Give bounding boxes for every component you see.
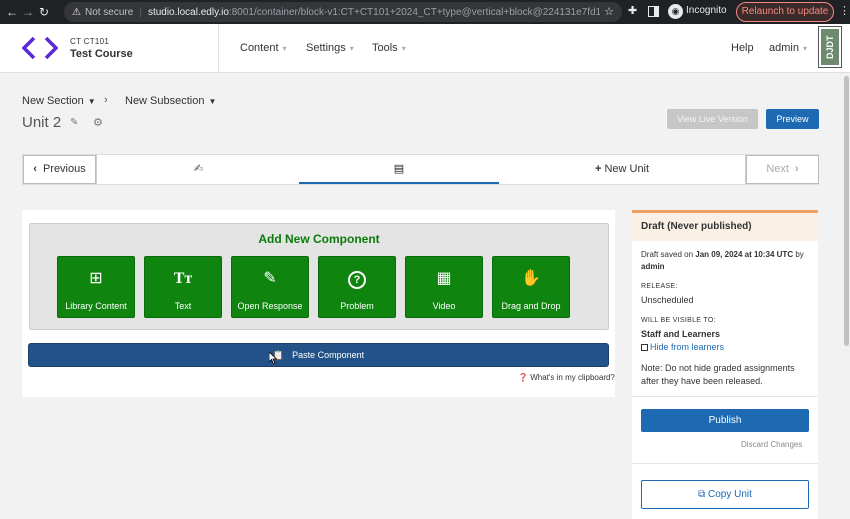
add-component-title: Add New Component (258, 232, 380, 246)
incognito-label: Incognito (686, 5, 727, 16)
unit-title: Unit 2 (22, 114, 62, 131)
text-format-icon: Tт (173, 270, 193, 287)
plus-icon: + (594, 163, 602, 175)
drag-and-drop-button[interactable]: ✋ Drag and Drop (492, 256, 570, 318)
unit-tab-2[interactable]: ▤ (299, 155, 499, 184)
side-panel-icon[interactable] (648, 6, 659, 17)
back-arrow-icon[interactable]: ← (4, 5, 20, 19)
help-link[interactable]: Help (731, 42, 754, 54)
user-menu[interactable]: admin ▾ (769, 42, 807, 54)
edly-logo-icon[interactable] (22, 36, 58, 60)
draft-saved-by: admin (641, 262, 665, 271)
new-unit-button[interactable]: + New Unit (499, 155, 745, 184)
course-org: CT CT101 (70, 37, 110, 46)
menu-content[interactable]: Content ▾ (240, 42, 287, 54)
next-button[interactable]: Next › (745, 155, 819, 184)
paste-component-button[interactable]: 📋 Paste Component (28, 343, 609, 367)
scrollbar-thumb[interactable] (844, 76, 849, 346)
publish-status: Draft (Never published) (632, 213, 818, 241)
discard-changes-link[interactable]: Discard Changes (741, 440, 802, 449)
chevron-right-icon: › (794, 163, 799, 175)
hide-from-learners-checkbox[interactable]: Hide from learners (641, 342, 724, 352)
breadcrumb-section[interactable]: New Section ▼ (22, 95, 96, 107)
unit-tab-1[interactable]: ✍ (98, 155, 299, 184)
copy-unit-button[interactable]: ⧉ Copy Unit (641, 480, 809, 509)
caret-down-icon: ▼ (87, 97, 96, 106)
release-value: Unscheduled (641, 295, 694, 305)
incognito-icon: ◉ (668, 4, 683, 19)
problem-button[interactable]: ? Problem (318, 256, 396, 318)
mouse-cursor-icon (269, 352, 277, 364)
unit-navigation: ‹ Previous ✍ ▤ + New Unit Next › (22, 154, 819, 185)
caret-down-icon: ▾ (802, 44, 807, 53)
address-bar[interactable]: ⚠ Not secure | studio.local.edly.io :800… (64, 2, 622, 22)
copy-icon: ⧉ (698, 489, 706, 500)
url-host: studio.local.edly.io (147, 6, 229, 18)
bookmark-star-icon[interactable]: ☆ (600, 5, 614, 18)
preview-button[interactable]: Preview (766, 109, 819, 129)
previous-button[interactable]: ‹ Previous (23, 155, 97, 184)
release-label: RELEASE: (641, 283, 678, 290)
pencil-icon[interactable]: ✎ (70, 117, 78, 128)
view-live-button[interactable]: View Live Version (667, 109, 758, 129)
forward-arrow-icon[interactable]: → (20, 5, 36, 19)
draft-saved-info: Draft saved on Jan 09, 2024 at 10:34 UTC… (641, 250, 804, 259)
hand-icon: ✋ (521, 270, 541, 287)
course-title: Test Course (70, 48, 133, 60)
book-icon: ▤ (393, 163, 405, 175)
unit-content: Add New Component ⊞ Library Content Tт T… (22, 210, 615, 397)
text-button[interactable]: Tт Text (144, 256, 222, 318)
library-add-icon: ⊞ (89, 270, 103, 287)
debug-toolbar-toggle[interactable]: DJDT (818, 26, 842, 68)
browser-menu-icon[interactable]: ⋮ (839, 4, 850, 17)
reload-icon[interactable]: ↻ (36, 5, 52, 19)
caret-down-icon: ▾ (349, 44, 354, 53)
question-circle-icon: ❓ (518, 373, 528, 382)
visible-value: Staff and Learners (641, 329, 721, 339)
film-icon: ▦ (436, 270, 452, 287)
browser-chrome: ← → ↻ ⚠ Not secure | studio.local.edly.i… (0, 0, 850, 24)
edit-square-icon: ✎ (263, 270, 277, 287)
gear-icon[interactable]: ⚙ (93, 116, 103, 129)
course-info[interactable]: CT CT101 Test Course (70, 37, 133, 60)
edit-note-icon: ✍ (193, 163, 204, 175)
open-response-button[interactable]: ✎ Open Response (231, 256, 309, 318)
breadcrumb-subsection[interactable]: New Subsection ▼ (125, 95, 216, 107)
caret-down-icon: ▾ (282, 44, 287, 53)
hide-note: Note: Do not hide graded assignments aft… (641, 363, 795, 386)
caret-down-icon: ▾ (401, 44, 406, 53)
security-label: Not secure (84, 6, 134, 18)
extensions-puzzle-icon[interactable]: ✚ (628, 4, 637, 17)
video-button[interactable]: ▦ Video (405, 256, 483, 318)
chevron-left-icon: ‹ (33, 163, 37, 175)
caret-down-icon: ▼ (208, 97, 217, 106)
url-path: :8001/container/block-v1:CT+CT101+2024_C… (228, 6, 614, 18)
studio-header: CT CT101 Test Course Content ▾ Settings ▾ … (0, 24, 850, 73)
menu-tools[interactable]: Tools ▾ (372, 42, 406, 54)
help-circle-icon: ? (319, 269, 395, 289)
checkbox-icon[interactable] (641, 344, 648, 351)
chevron-right-icon: › (104, 94, 108, 106)
publish-button[interactable]: Publish (641, 409, 809, 432)
relaunch-button[interactable]: Relaunch to update (736, 2, 834, 22)
menu-settings[interactable]: Settings ▾ (306, 42, 354, 54)
add-component-panel: Add New Component ⊞ Library Content Tт T… (29, 223, 609, 330)
publish-sidebar: Draft (Never published) Draft saved on J… (632, 210, 818, 519)
library-content-button[interactable]: ⊞ Library Content (57, 256, 135, 318)
clipboard-link[interactable]: ❓ What's in my clipboard? (518, 373, 615, 382)
visible-label: WILL BE VISIBLE TO: (641, 317, 716, 324)
warning-icon: ⚠ (72, 6, 81, 18)
